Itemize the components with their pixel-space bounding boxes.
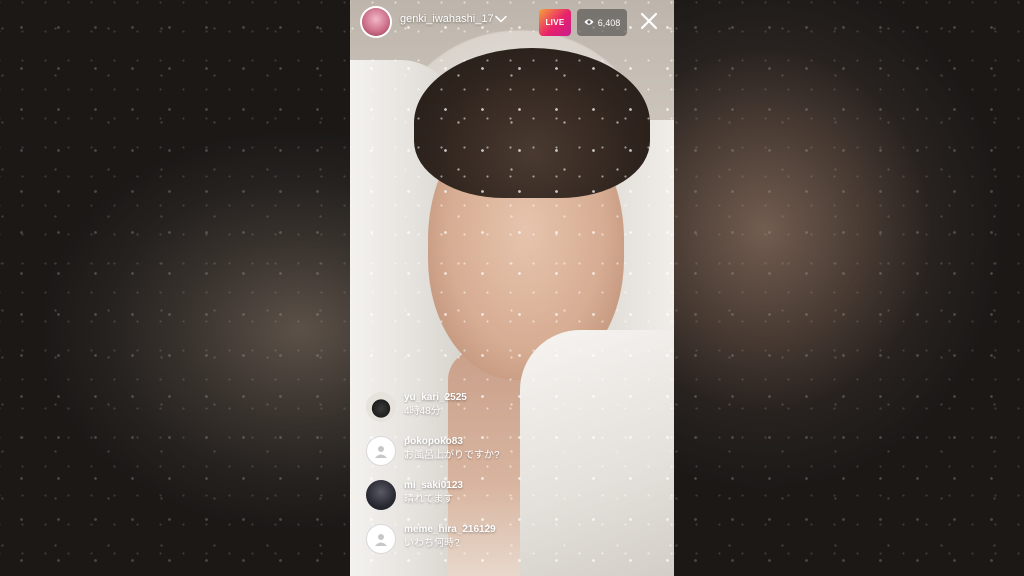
host-username[interactable]: genki_iwahashi_17	[400, 13, 494, 25]
viewer-count[interactable]: 6,408	[577, 9, 627, 36]
eye-icon	[584, 18, 594, 28]
default-avatar[interactable]	[366, 524, 396, 554]
comment-item[interactable]: mi_saki0123 晴れてます	[366, 480, 463, 510]
live-label: LIVE	[545, 18, 565, 27]
live-video[interactable]: genki_iwahashi_17 LIVE 6,408 yu_kari_252…	[350, 0, 674, 576]
comment-text: いわち何時?	[404, 538, 460, 549]
close-icon	[640, 12, 658, 35]
default-avatar[interactable]	[366, 436, 396, 466]
comment-item[interactable]: yu_kari_2525 4時48分	[366, 392, 467, 422]
live-badge: LIVE	[539, 9, 571, 36]
black-cat-avatar[interactable]	[366, 392, 396, 422]
blurred-background-left	[0, 0, 350, 576]
live-header: genki_iwahashi_17 LIVE 6,408	[350, 0, 674, 46]
host-avatar[interactable]	[362, 8, 390, 36]
blurred-background-right	[674, 0, 1024, 576]
comment-text: 晴れてます	[404, 494, 454, 505]
comment-text: お風呂上がりですか?	[404, 450, 500, 461]
comment-item[interactable]: pokopoko83 お風呂上がりですか?	[366, 436, 500, 466]
comment-item[interactable]: meme_hira_216129 いわち何時?	[366, 524, 496, 554]
comment-username[interactable]: meme_hira_216129	[404, 524, 496, 536]
comment-username[interactable]: mi_saki0123	[404, 480, 463, 492]
photo-avatar[interactable]	[366, 480, 396, 510]
comment-username[interactable]: pokopoko83	[404, 436, 500, 448]
comment-username[interactable]: yu_kari_2525	[404, 392, 467, 404]
comment-text: 4時48分	[404, 406, 441, 417]
chevron-down-icon[interactable]	[494, 12, 508, 26]
viewer-count-value: 6,408	[597, 17, 621, 28]
close-button[interactable]	[636, 10, 662, 36]
